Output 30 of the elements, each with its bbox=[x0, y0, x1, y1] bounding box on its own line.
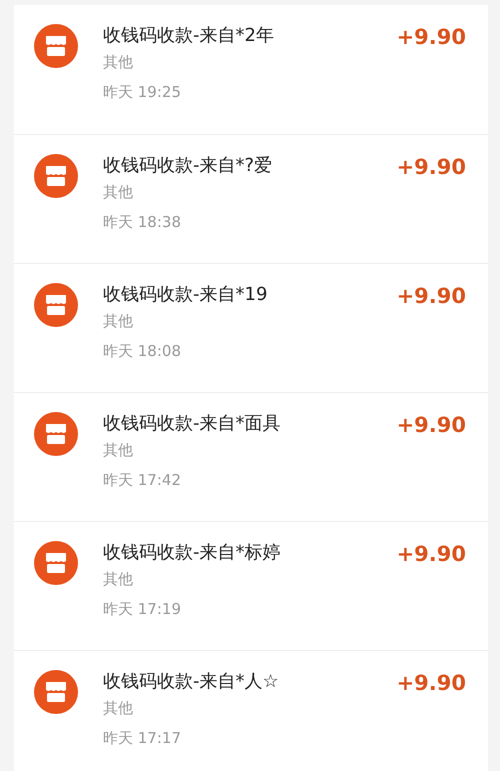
shop-icon bbox=[34, 154, 78, 198]
transaction-category: 其他 bbox=[103, 440, 134, 460]
transaction-category: 其他 bbox=[103, 182, 134, 202]
transaction-time: 昨天 19:25 bbox=[103, 82, 182, 102]
shop-icon bbox=[34, 283, 78, 327]
transaction-title: 收钱码收款-来自*面具 bbox=[103, 412, 282, 436]
shop-icon bbox=[34, 541, 78, 585]
transaction-category: 其他 bbox=[103, 698, 134, 718]
transaction-time: 昨天 18:08 bbox=[103, 341, 182, 361]
transaction-amount: +9.90 bbox=[396, 412, 466, 439]
transaction-category: 其他 bbox=[103, 569, 134, 589]
transaction-amount: +9.90 bbox=[396, 154, 466, 181]
transaction-category: 其他 bbox=[103, 52, 134, 72]
transaction-time: 昨天 17:42 bbox=[103, 470, 182, 490]
shop-icon bbox=[34, 24, 78, 68]
transaction-title: 收钱码收款-来自*19 bbox=[103, 283, 268, 307]
transaction-time: 昨天 17:17 bbox=[103, 728, 182, 748]
shop-icon bbox=[34, 412, 78, 456]
shop-icon bbox=[34, 670, 78, 714]
transaction-amount: +9.90 bbox=[396, 283, 466, 310]
transaction-title: 收钱码收款-来自*人☆ bbox=[103, 670, 280, 694]
transaction-title: 收钱码收款-来自*标婷 bbox=[103, 541, 282, 565]
transaction-title: 收钱码收款-来自*2年 bbox=[103, 24, 275, 48]
transaction-time: 昨天 18:38 bbox=[103, 212, 182, 232]
transaction-amount: +9.90 bbox=[396, 541, 466, 568]
transaction-title: 收钱码收款-来自*?爱 bbox=[103, 154, 274, 178]
transaction-category: 其他 bbox=[103, 311, 134, 331]
transaction-amount: +9.90 bbox=[396, 670, 466, 697]
transaction-time: 昨天 17:19 bbox=[103, 599, 182, 619]
transaction-amount: +9.90 bbox=[396, 24, 466, 51]
